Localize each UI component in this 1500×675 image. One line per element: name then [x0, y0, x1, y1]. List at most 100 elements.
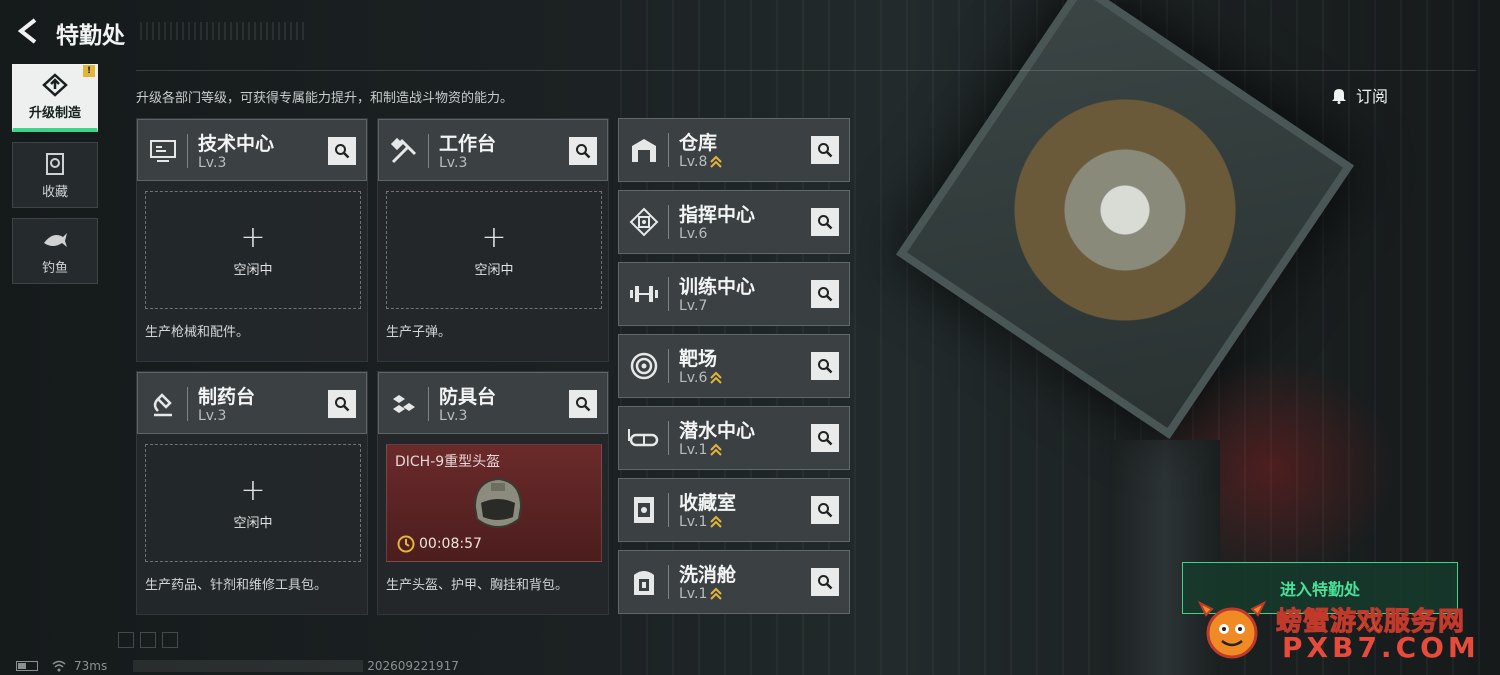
- card-header: 仓库 Lv.8: [619, 119, 849, 181]
- status-strip: [133, 659, 364, 672]
- header-divider: [668, 493, 669, 527]
- plus-icon: +: [240, 219, 266, 255]
- search-icon: [818, 215, 833, 230]
- subscribe-label: 订阅: [1356, 87, 1389, 106]
- facility-name: 技术中心: [198, 133, 275, 155]
- building-name: 潜水中心: [679, 420, 756, 442]
- card-header: 技术中心 Lv.3: [137, 119, 367, 181]
- inspect-button[interactable]: [328, 137, 356, 165]
- upgrade-arrow-icon: [710, 587, 723, 600]
- building-training-center[interactable]: 训练中心 Lv.7: [618, 262, 850, 326]
- facility-level: Lv.3: [198, 155, 227, 171]
- nav-item-collection[interactable]: 收藏: [12, 142, 98, 208]
- decon-chamber-icon: [627, 565, 661, 599]
- armor-bench-icon: [387, 387, 421, 421]
- building-name: 训练中心: [679, 276, 756, 298]
- header-divider: [668, 277, 669, 311]
- facility-description: 生产枪械和配件。: [145, 325, 250, 340]
- upgrade-arrow-icon: [710, 155, 723, 168]
- timer-value: 00:08:57: [419, 536, 482, 552]
- search-icon: [335, 397, 350, 412]
- building-collection-room[interactable]: 收藏室 Lv.1: [618, 478, 850, 542]
- deco-square: [118, 632, 134, 648]
- building-name: 仓库: [679, 132, 718, 154]
- production-slot-idle[interactable]: + 空闲中: [145, 191, 361, 309]
- page-title: 特勤处: [56, 23, 125, 49]
- building-name: 收藏室: [679, 492, 737, 514]
- header-divider: [428, 134, 429, 168]
- production-slot-idle[interactable]: + 空闲中: [145, 444, 361, 562]
- slot-status: 空闲中: [233, 262, 273, 278]
- workbench-icon: [387, 134, 421, 168]
- building-warehouse[interactable]: 仓库 Lv.8: [618, 118, 850, 182]
- card-header: 潜水中心 Lv.1: [619, 407, 849, 469]
- side-nav: ! 升级制造 收藏 钓鱼: [12, 64, 100, 294]
- diving-center-icon: [627, 421, 661, 455]
- back-arrow-icon: [17, 18, 37, 44]
- search-icon: [335, 144, 350, 159]
- facility-level: Lv.3: [439, 408, 468, 424]
- nav-item-label: 钓鱼: [41, 260, 68, 276]
- search-icon: [818, 359, 833, 374]
- card-header: 防具台 Lv.3: [378, 372, 608, 434]
- facility-name: 制药台: [198, 386, 256, 408]
- building-diving-center[interactable]: 潜水中心 Lv.1: [618, 406, 850, 470]
- card-header: 训练中心 Lv.7: [619, 263, 849, 325]
- inspect-button[interactable]: [811, 280, 839, 308]
- facility-card-pharmacy[interactable]: 制药台 Lv.3 + 空闲中 生产药品、针剂和维修工具包。: [136, 371, 368, 615]
- inspect-button[interactable]: [328, 390, 356, 418]
- building-decon-chamber[interactable]: 洗消舱 Lv.1: [618, 550, 850, 614]
- search-icon: [576, 144, 591, 159]
- facility-card-tech-center[interactable]: 技术中心 Lv.3 + 空闲中 生产枪械和配件。: [136, 118, 368, 362]
- inspect-button[interactable]: [811, 136, 839, 164]
- deco-square: [162, 632, 178, 648]
- watermark-url: PXB7.COM: [1282, 631, 1480, 664]
- plus-icon: +: [240, 472, 266, 508]
- title-decoration: [140, 22, 305, 40]
- watermark: 螃蟹游戏服务网 PXB7.COM: [1196, 595, 1496, 667]
- subscribe-button[interactable]: 订阅: [1330, 80, 1450, 110]
- building-name: 洗消舱: [679, 564, 737, 586]
- header-divider: [187, 387, 188, 421]
- building-command-center[interactable]: 指挥中心 Lv.6: [618, 190, 850, 254]
- card-header: 制药台 Lv.3: [137, 372, 367, 434]
- warehouse-icon: [627, 133, 661, 167]
- back-button[interactable]: [14, 16, 44, 46]
- inspect-button[interactable]: [811, 496, 839, 524]
- facility-level: Lv.3: [198, 408, 227, 424]
- building-level: Lv.1: [679, 514, 723, 530]
- building-level: Lv.6: [679, 370, 723, 386]
- facility-level: Lv.3: [439, 155, 468, 171]
- tech-center-icon: [146, 134, 180, 168]
- search-icon: [818, 287, 833, 302]
- inspect-button[interactable]: [569, 137, 597, 165]
- facility-card-workbench[interactable]: 工作台 Lv.3 + 空闲中 生产子弹。: [377, 118, 609, 362]
- card-header: 靶场 Lv.6: [619, 335, 849, 397]
- facility-description: 生产头盔、护甲、胸挂和背包。: [386, 578, 569, 593]
- upgrade-arrow-icon: [710, 371, 723, 384]
- card-header: 收藏室 Lv.1: [619, 479, 849, 541]
- inspect-button[interactable]: [569, 390, 597, 418]
- inspect-button[interactable]: [811, 568, 839, 596]
- production-slot-idle[interactable]: + 空闲中: [386, 191, 602, 309]
- inspect-button[interactable]: [811, 208, 839, 236]
- card-header: 指挥中心 Lv.6: [619, 191, 849, 253]
- production-slot-active[interactable]: DICH-9重型头盔 00:08:57: [386, 444, 602, 562]
- nav-item-fishing[interactable]: 钓鱼: [12, 218, 98, 284]
- build-id: 202609221917: [367, 658, 459, 673]
- pharmacy-icon: [146, 387, 180, 421]
- inspect-button[interactable]: [811, 352, 839, 380]
- helmet-image: [473, 477, 523, 529]
- facility-card-armor-bench[interactable]: 防具台 Lv.3 DICH-9重型头盔 00:08:57 生产头盔、护甲、胸挂和…: [377, 371, 609, 615]
- level-text: Lv.8: [679, 154, 708, 170]
- facility-name: 工作台: [439, 133, 497, 155]
- header-divider: [187, 134, 188, 168]
- level-text: Lv.1: [679, 586, 708, 602]
- shooting-range-icon: [627, 349, 661, 383]
- building-shooting-range[interactable]: 靶场 Lv.6: [618, 334, 850, 398]
- inspect-button[interactable]: [811, 424, 839, 452]
- header-divider: [668, 421, 669, 455]
- nav-item-upgrade[interactable]: ! 升级制造: [12, 64, 98, 132]
- battery-icon: [16, 660, 38, 671]
- building-name: 指挥中心: [679, 204, 756, 226]
